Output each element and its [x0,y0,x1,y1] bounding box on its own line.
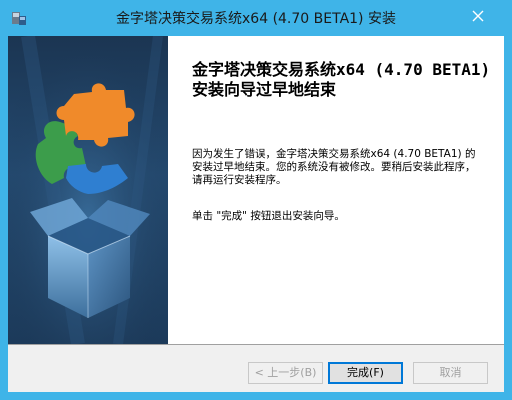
content-panel: 金字塔决策交易系统x64 (4.70 BETA1) 安装向导过早地结束 因为发生… [168,36,504,344]
button-bar: < 上一步(B) 完成(F) 取消 [8,344,504,392]
puzzle-box-art [8,36,168,344]
finish-hint: 单击 "完成" 按钮退出安装向导。 [192,210,345,222]
installer-window: 金字塔决策交易系统x64 (4.70 BETA1) 安装 金字塔决策交易系统x6… [0,0,512,400]
window-title: 金字塔决策交易系统x64 (4.70 BETA1) 安装 [116,11,396,27]
page-heading: 金字塔决策交易系统x64 (4.70 BETA1) 安装向导过早地结束 [192,60,491,99]
cancel-button[interactable]: 取消 [413,362,488,384]
dialog-client-area: 金字塔决策交易系统x64 (4.70 BETA1) 安装向导过早地结束 因为发生… [8,36,504,392]
close-button[interactable] [458,0,498,32]
error-message: 因为发生了错误，金字塔决策交易系统x64 (4.70 BETA1) 的安装过早地… [192,148,476,186]
close-icon [472,7,484,26]
side-banner [8,36,168,344]
title-bar[interactable]: 金字塔决策交易系统x64 (4.70 BETA1) 安装 [0,0,512,36]
finish-button[interactable]: 完成(F) [328,362,403,384]
back-button[interactable]: < 上一步(B) [248,362,323,384]
